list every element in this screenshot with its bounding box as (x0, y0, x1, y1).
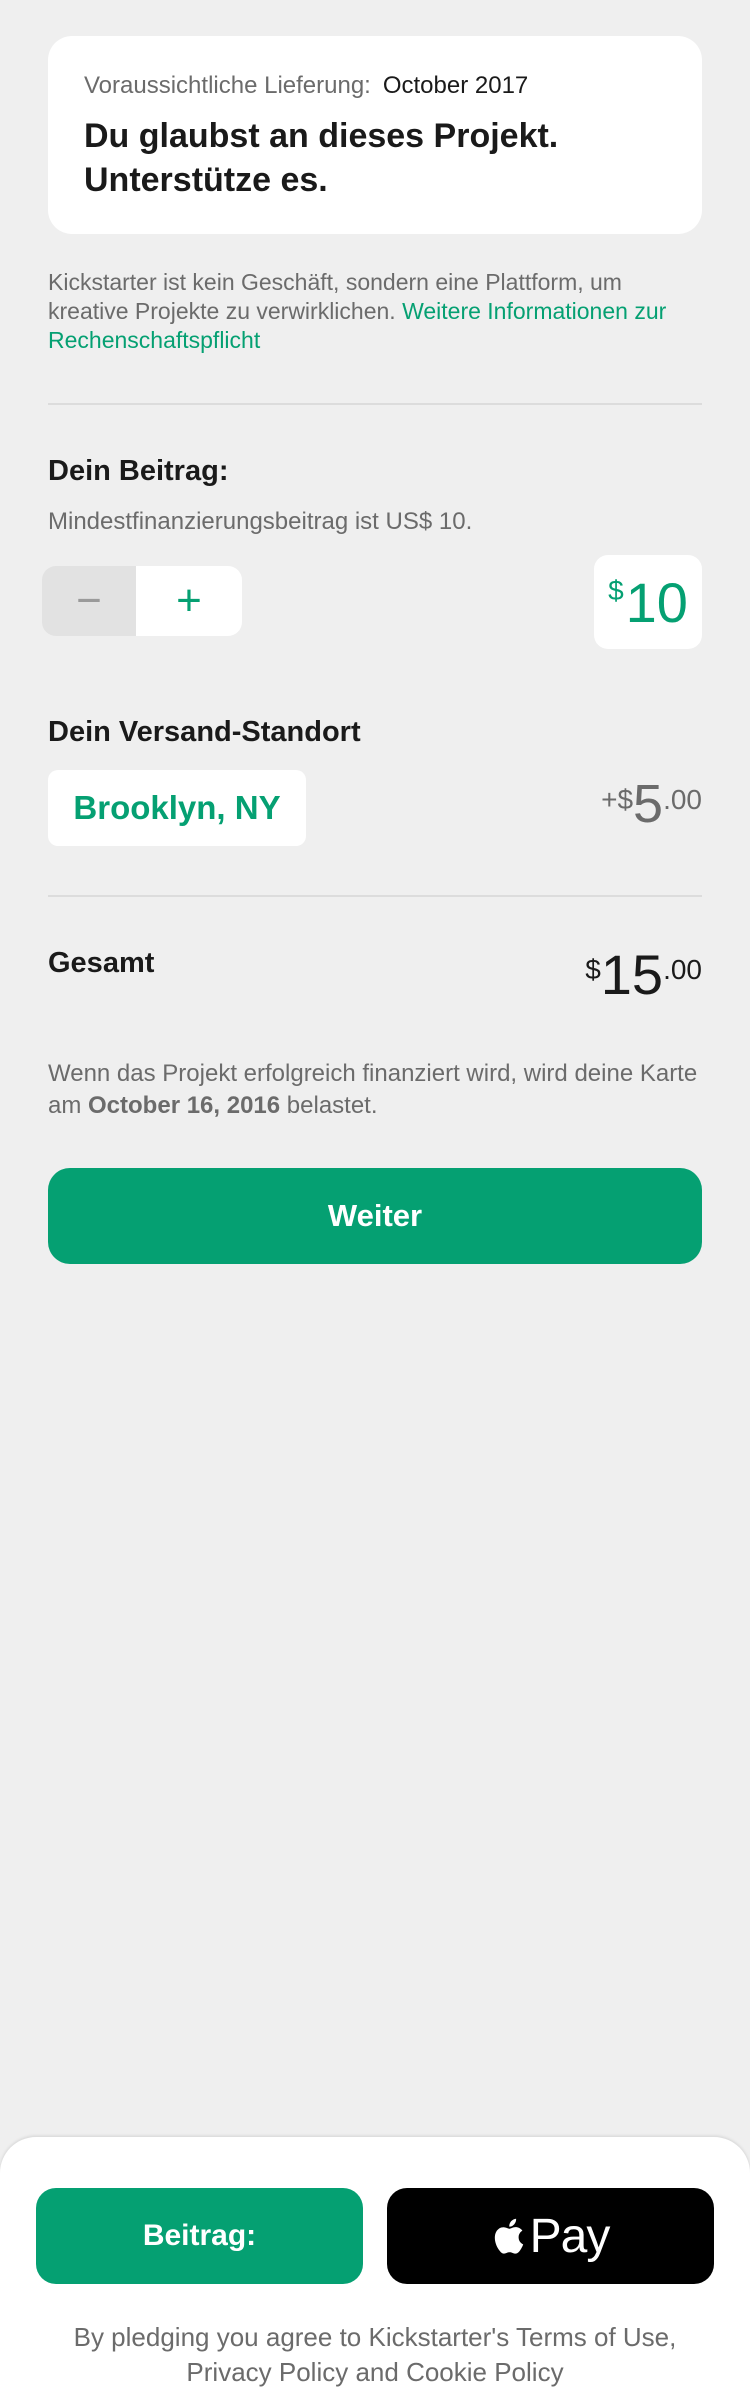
total-amount: $ 15 .00 (585, 946, 702, 1004)
divider (48, 403, 702, 405)
continue-button[interactable]: Weiter (48, 1168, 702, 1264)
page-title: Du glaubst an dieses Projekt. Unterstütz… (84, 114, 666, 202)
pledge-amount-input[interactable]: $ 10 (594, 555, 702, 649)
shipping-cost-amount: 5 (633, 774, 664, 834)
kickstarter-info: Kickstarter ist kein Geschäft, sondern e… (48, 268, 708, 355)
decrease-pledge-button[interactable]: − (42, 566, 136, 636)
pledge-section-title: Dein Beitrag: (48, 455, 229, 487)
pledge-stepper: − + (42, 566, 242, 636)
page-title-line-1: Du glaubst an dieses Projekt. (84, 117, 559, 155)
divider (48, 895, 702, 897)
total-cents: .00 (663, 954, 702, 985)
minus-icon: − (76, 576, 102, 625)
shipping-cost: + $ 5 .00 (601, 776, 702, 832)
terms-text[interactable]: By pledging you agree to Kickstarter's T… (60, 2320, 690, 2390)
apple-pay-label: Pay (529, 2209, 611, 2263)
apple-logo-icon (494, 2218, 523, 2254)
increase-pledge-button[interactable]: + (136, 566, 242, 636)
estimated-delivery: Voraussichtliche Lieferung: October 2017 (84, 72, 666, 100)
shipping-cost-currency: $ (617, 784, 634, 815)
total-label: Gesamt (48, 947, 155, 979)
estimated-delivery-label: Voraussichtliche Lieferung: (84, 72, 371, 99)
shipping-section-title: Dein Versand-Standort (48, 716, 361, 748)
pledge-amount-value: 10 (625, 570, 688, 634)
minimum-pledge-note: Mindestfinanzierungsbeitrag ist US$ 10. (48, 508, 473, 535)
pledge-currency: $ (608, 575, 624, 606)
bottom-payment-sheet: Beitrag: Pay By pledging you agree to Ki… (0, 2137, 750, 2400)
total-currency: $ (585, 954, 601, 985)
plus-icon: + (176, 576, 202, 625)
total-amount-value: 15 (600, 943, 664, 1006)
pledge-button[interactable]: Beitrag: (36, 2188, 363, 2284)
shipping-cost-plus: + (601, 784, 618, 815)
shipping-location-button[interactable]: Brooklyn, NY (48, 770, 306, 846)
estimated-delivery-value: October 2017 (382, 72, 529, 99)
page-title-line-2: Unterstütze es. (84, 161, 328, 199)
charge-note-suffix: belastet. (280, 1092, 378, 1119)
apple-pay-button[interactable]: Pay (387, 2188, 714, 2284)
charge-date: October 16, 2016 (88, 1092, 281, 1119)
charge-note: Wenn das Projekt erfolgreich finanziert … (48, 1058, 708, 1122)
shipping-cost-cents: .00 (663, 784, 702, 815)
pledge-header-card: Voraussichtliche Lieferung: October 2017… (48, 36, 702, 234)
